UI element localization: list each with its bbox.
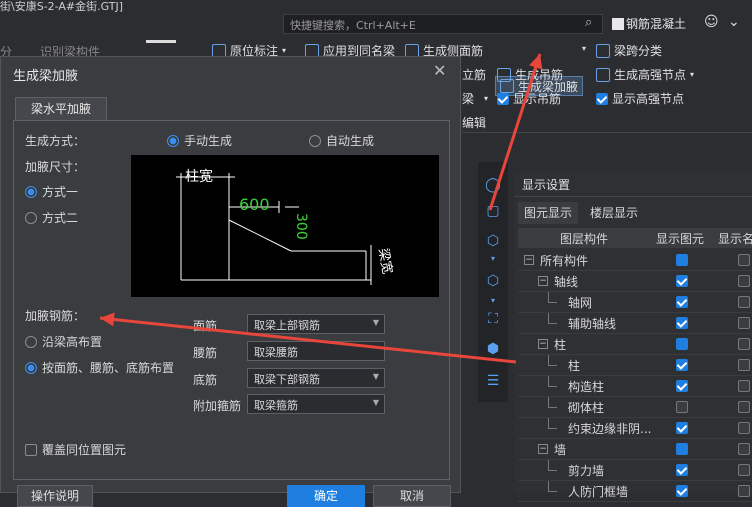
annotation-arrows — [99, 53, 543, 364]
arrow-to-rebar — [99, 316, 517, 364]
arrow-to-gen-haunch — [488, 53, 542, 211]
